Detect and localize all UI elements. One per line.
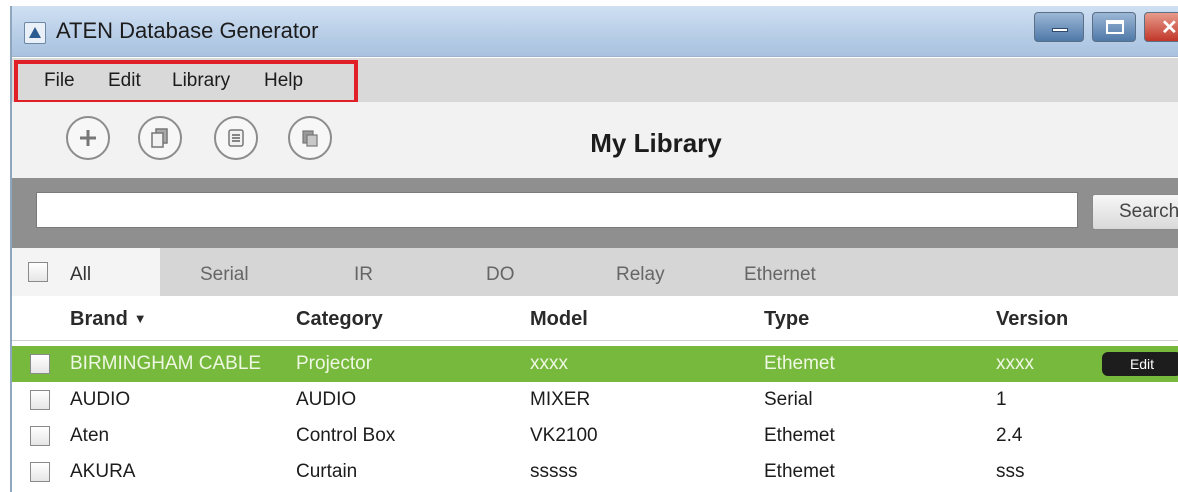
cell-type: Ethemet: [764, 461, 835, 482]
cell-brand: AKURA: [70, 461, 136, 482]
table-row[interactable]: Aten Control Box VK2100 Ethemet 2.4: [12, 418, 1178, 454]
tab-do[interactable]: DO: [486, 264, 515, 286]
cell-version: sss: [996, 461, 1025, 482]
close-button[interactable]: [1144, 12, 1178, 42]
table-row[interactable]: BIRMINGHAM CABLE Projector xxxx Ethemet …: [12, 346, 1178, 382]
row-checkbox[interactable]: [30, 462, 50, 482]
cell-type: Ethemet: [764, 425, 835, 446]
select-all-checkbox[interactable]: [28, 262, 48, 282]
cell-version: xxxx: [996, 353, 1034, 374]
cell-brand: Aten: [70, 425, 110, 446]
search-button[interactable]: Search: [1092, 194, 1178, 230]
table-header: Brand ▼ Category Model Type Version: [12, 296, 1178, 341]
window-title: ATEN Database Generator: [56, 18, 319, 43]
column-brand-label: Brand: [70, 308, 128, 330]
sort-down-icon: ▼: [133, 311, 147, 326]
column-category[interactable]: Category: [296, 308, 383, 331]
search-input[interactable]: [36, 192, 1078, 228]
tab-ir[interactable]: IR: [354, 264, 373, 286]
cell-model: MIXER: [530, 389, 591, 410]
row-checkbox[interactable]: [30, 390, 50, 410]
tab-serial[interactable]: Serial: [200, 264, 249, 286]
minimize-button[interactable]: [1034, 12, 1084, 42]
row-checkbox[interactable]: [30, 426, 50, 446]
cell-model: sssss: [530, 461, 578, 482]
cell-type: Serial: [764, 389, 813, 410]
aten-app-icon: [24, 22, 46, 44]
menu-file[interactable]: File: [44, 70, 75, 92]
cell-model: VK2100: [530, 425, 598, 446]
cell-version: 2.4: [996, 425, 1023, 446]
toolbar: My Library: [12, 102, 1178, 178]
cell-category: Projector: [296, 353, 373, 374]
cell-brand: BIRMINGHAM CABLE: [70, 353, 262, 374]
tab-ethernet[interactable]: Ethernet: [744, 264, 816, 286]
edit-button[interactable]: Edit: [1102, 352, 1178, 376]
column-version[interactable]: Version: [996, 308, 1068, 331]
cell-model: xxxx: [530, 353, 568, 374]
library-title: My Library: [590, 128, 722, 158]
cell-category: Curtain: [296, 461, 358, 482]
table-row[interactable]: AUDIO AUDIO MIXER Serial 1: [12, 382, 1178, 418]
tab-all-label: All: [70, 264, 92, 285]
cell-brand: AUDIO: [70, 389, 131, 410]
cell-type: Ethemet: [764, 353, 835, 374]
menu-edit[interactable]: Edit: [108, 70, 141, 92]
search-bar: Search: [12, 178, 1178, 248]
app-window: ATEN Database Generator File Edit Librar…: [10, 6, 1178, 492]
column-brand[interactable]: Brand ▼: [70, 308, 147, 331]
table-row[interactable]: AKURA Curtain sssss Ethemet sss: [12, 454, 1178, 490]
menu-help[interactable]: Help: [264, 70, 303, 92]
cell-category: AUDIO: [296, 389, 357, 410]
category-tabs: All Serial IR DO Relay Ethernet: [12, 248, 1178, 296]
column-model[interactable]: Model: [530, 308, 588, 331]
maximize-button[interactable]: [1092, 12, 1136, 42]
tab-relay[interactable]: Relay: [616, 264, 665, 286]
row-checkbox[interactable]: [30, 354, 50, 374]
cell-version: 1: [996, 389, 1007, 410]
tab-all[interactable]: All: [12, 248, 160, 296]
column-type[interactable]: Type: [764, 308, 809, 331]
menu-bar: File Edit Library Help: [12, 58, 1178, 102]
menu-library[interactable]: Library: [172, 70, 230, 92]
title-bar[interactable]: ATEN Database Generator: [12, 6, 1178, 57]
cell-category: Control Box: [296, 425, 396, 446]
